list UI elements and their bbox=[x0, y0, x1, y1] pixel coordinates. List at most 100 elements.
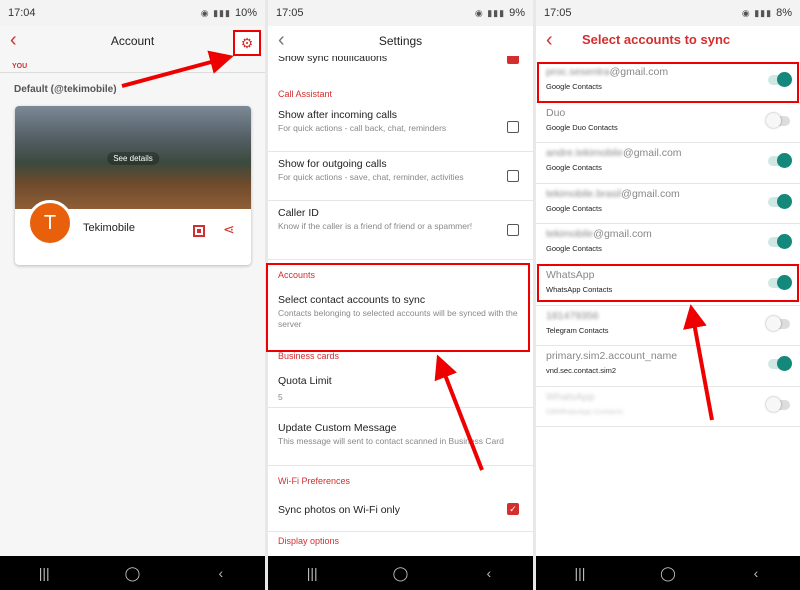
account-type: Google Duo Contacts bbox=[546, 122, 618, 132]
account-row[interactable]: WhatsApp GBWhatsApp Contacts bbox=[536, 387, 800, 428]
recents-icon[interactable]: ||| bbox=[24, 565, 64, 581]
default-account-label: Default (@tekimobile) bbox=[14, 84, 117, 95]
share-icon[interactable]: ⋖ bbox=[223, 221, 235, 238]
section-header: Display options bbox=[278, 536, 340, 546]
section-header: Call Assistant bbox=[278, 89, 333, 99]
signal-icons: ◉ ▮▮▮ bbox=[474, 7, 506, 18]
outgoing-calls-checkbox[interactable] bbox=[507, 170, 519, 182]
row-title: Update Custom Message bbox=[278, 422, 397, 434]
battery-level: 9% bbox=[509, 7, 525, 19]
status-time: 17:05 bbox=[544, 7, 572, 19]
account-name-blurred: andre.tekimobile bbox=[546, 147, 624, 160]
system-nav-bar: ||| ◯ ‹ bbox=[0, 556, 265, 590]
back-arrow-icon[interactable]: ‹ bbox=[278, 29, 285, 52]
status-bar: 17:05 ◉ ▮▮▮ 9% bbox=[268, 0, 533, 26]
account-name-text: @gmail.com bbox=[593, 228, 652, 241]
account-row[interactable]: andre.tekimobile@gmail.com Google Contact… bbox=[536, 143, 800, 184]
account-row[interactable]: primary.sim2.account_name vnd.sec.contact… bbox=[536, 346, 800, 387]
toggle-knob bbox=[766, 112, 781, 128]
home-icon[interactable]: ◯ bbox=[112, 565, 152, 582]
list-item[interactable]: Sync photos on Wi-Fi only ✓ bbox=[268, 486, 533, 532]
account-type: Google Contacts bbox=[546, 203, 602, 213]
back-arrow-icon[interactable]: ‹ bbox=[10, 29, 17, 52]
back-icon[interactable]: ‹ bbox=[736, 565, 776, 581]
qr-code-icon[interactable] bbox=[193, 225, 205, 237]
home-icon[interactable]: ◯ bbox=[380, 565, 420, 582]
sync-toggle[interactable] bbox=[768, 234, 792, 250]
system-nav-bar: ||| ◯ ‹ bbox=[268, 556, 533, 590]
account-row[interactable]: tekimobile.brasil@gmail.com Google Contac… bbox=[536, 184, 800, 225]
app-bar: ‹ Account bbox=[0, 26, 265, 56]
sync-toggle[interactable] bbox=[768, 193, 792, 209]
section-you-label: YOU bbox=[12, 63, 28, 70]
settings-gear-icon[interactable]: ⚙ bbox=[233, 30, 261, 56]
account-name-text: WhatsApp bbox=[546, 390, 595, 403]
section-header: Business cards bbox=[278, 351, 340, 361]
toggle-knob bbox=[766, 396, 781, 412]
profile-cover-image: See details bbox=[15, 106, 251, 209]
row-title: Show after incoming calls bbox=[278, 109, 398, 121]
highlight-first-gmail bbox=[537, 62, 799, 103]
signal-icons: ◉ ▮▮▮ bbox=[741, 7, 773, 18]
account-type: Google Contacts bbox=[546, 163, 602, 173]
account-type: GBWhatsApp Contacts bbox=[546, 406, 624, 416]
sync-notifications-checkbox[interactable] bbox=[507, 56, 519, 64]
divider bbox=[0, 72, 265, 73]
account-row[interactable]: tekimobile@gmail.com Google Contacts bbox=[536, 224, 800, 265]
account-screen: 17:04 ◉ ▮▮▮ 10% ‹ Account ⚙ YOU Default (… bbox=[0, 0, 265, 590]
account-name-blurred: tekimobile bbox=[546, 228, 594, 241]
back-icon[interactable]: ‹ bbox=[469, 565, 509, 581]
sync-toggle[interactable] bbox=[766, 396, 790, 412]
account-name: Duo bbox=[546, 107, 790, 119]
account-name-text: @gmail.com bbox=[623, 147, 682, 160]
app-bar: ‹ Select accounts to sync bbox=[536, 26, 800, 56]
sync-toggle[interactable] bbox=[768, 153, 792, 169]
status-bar: 17:05 ◉ ▮▮▮ 8% bbox=[536, 0, 800, 26]
profile-card[interactable]: See details T Tekimobile ⋖ bbox=[15, 106, 251, 265]
list-item[interactable]: Show after incoming calls For quick acti… bbox=[268, 103, 533, 152]
account-row[interactable]: 181479356 Telegram Contacts bbox=[536, 306, 800, 347]
account-row[interactable]: Duo Google Duo Contacts bbox=[536, 103, 800, 144]
list-item[interactable]: Show for outgoing calls For quick action… bbox=[268, 152, 533, 201]
see-details-link[interactable]: See details bbox=[107, 152, 159, 165]
recents-icon[interactable]: ||| bbox=[292, 565, 332, 581]
account-name: tekimobile.brasil@gmail.com bbox=[546, 188, 790, 200]
accounts-list: proc.sesentra@gmail.com Google Contacts Du… bbox=[536, 62, 800, 428]
sync-toggle[interactable] bbox=[768, 356, 792, 372]
toggle-knob bbox=[777, 193, 792, 209]
row-title: Sync photos on Wi-Fi only bbox=[278, 504, 400, 516]
list-item[interactable]: Caller ID Know if the caller is a friend… bbox=[268, 201, 533, 260]
account-name-text: primary.sim2.account_name bbox=[546, 350, 678, 363]
row-title: Show for outgoing calls bbox=[278, 158, 387, 170]
recents-icon[interactable]: ||| bbox=[560, 565, 600, 581]
toggle-knob bbox=[766, 315, 781, 331]
wifi-only-checkbox[interactable]: ✓ bbox=[507, 502, 519, 515]
row-subtitle: For quick actions - call back, chat, rem… bbox=[278, 123, 447, 133]
back-icon[interactable]: ‹ bbox=[201, 565, 241, 581]
page-title: Settings bbox=[378, 34, 423, 48]
caller-id-checkbox[interactable] bbox=[507, 224, 519, 236]
account-type: vnd.sec.contact.sim2 bbox=[546, 366, 617, 376]
battery-level: 8% bbox=[776, 7, 792, 19]
account-name-blurred: tekimobile.brasil bbox=[546, 187, 622, 200]
app-bar: ‹ Settings bbox=[268, 26, 533, 56]
account-name: 181479356 bbox=[546, 310, 790, 322]
system-nav-bar: ||| ◯ ‹ bbox=[536, 556, 800, 590]
sync-toggle[interactable] bbox=[766, 112, 790, 128]
list-item[interactable]: Update Custom Message This message will … bbox=[268, 408, 533, 466]
home-icon[interactable]: ◯ bbox=[648, 565, 688, 582]
row-subtitle: This message will sent to contact scanne… bbox=[278, 436, 504, 446]
list-item[interactable]: Quota Limit 5 bbox=[268, 361, 533, 408]
incoming-calls-checkbox[interactable] bbox=[507, 121, 519, 133]
account-name: primary.sim2.account_name bbox=[546, 350, 790, 362]
sync-toggle[interactable] bbox=[766, 315, 790, 331]
list-item[interactable]: Show sync notifications bbox=[268, 56, 533, 67]
back-arrow-icon[interactable]: ‹ bbox=[546, 29, 553, 52]
account-name-text: Duo bbox=[546, 106, 566, 119]
row-title: Quota Limit bbox=[278, 375, 332, 387]
row-title: Caller ID bbox=[278, 207, 319, 219]
page-title: Account bbox=[110, 34, 155, 48]
highlight-accounts-section bbox=[266, 263, 530, 352]
account-name: andre.tekimobile@gmail.com bbox=[546, 147, 790, 159]
account-name-text: @gmail.com bbox=[621, 187, 680, 200]
